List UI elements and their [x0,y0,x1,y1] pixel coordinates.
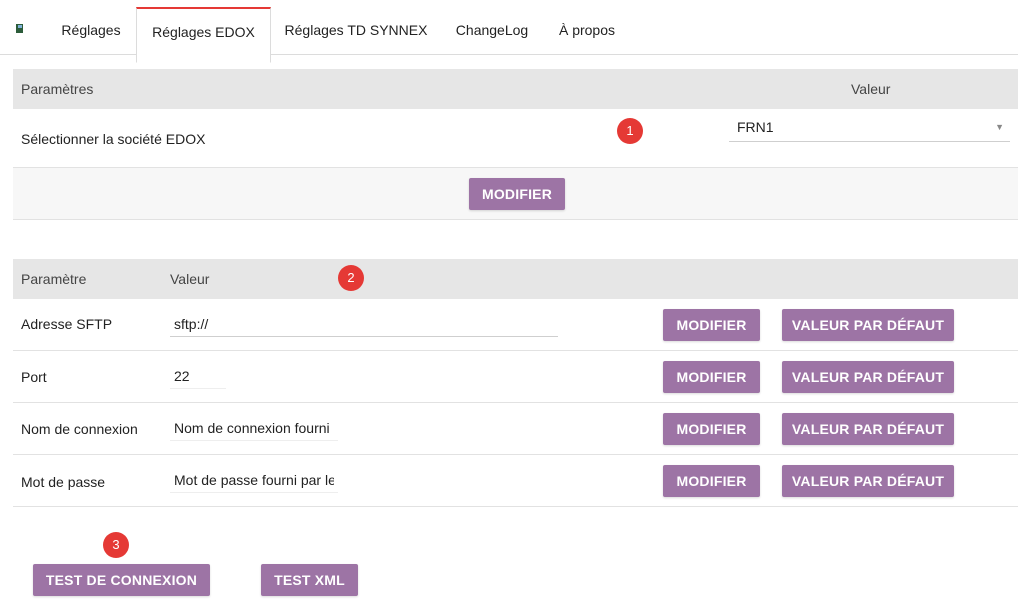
test-xml-button[interactable]: TEST XML [261,564,358,596]
company-table-header: Paramètres Valeur [13,69,1018,109]
sftp-password-input[interactable] [170,468,338,493]
header-parametre: Paramètre [21,271,87,287]
header-valeur: Valeur [851,81,891,97]
sftp-port-label: Port [21,369,47,385]
company-modify-button[interactable]: MODIFIER [469,178,565,210]
tab-a-propos[interactable]: À propos [545,0,629,54]
company-select[interactable]: FRN1 ▼ [729,117,1010,142]
tab-reglages-td-synnex[interactable]: Réglages TD SYNNEX [272,0,440,54]
sftp-address-input[interactable] [170,312,558,337]
test-connection-button[interactable]: TEST DE CONNEXION [33,564,210,596]
chevron-down-icon: ▼ [995,122,1004,132]
sftp-address-modify-button[interactable]: MODIFIER [663,309,760,341]
tab-reglages[interactable]: Réglages [46,0,136,54]
sftp-table-header: Paramètre Valeur [13,259,1018,299]
sftp-port-default-button[interactable]: VALEUR PAR DÉFAUT [782,361,954,393]
sftp-username-label: Nom de connexion [21,421,138,437]
sftp-username-input[interactable] [170,416,338,441]
header-valeur-sftp: Valeur [170,271,210,287]
badge-2: 2 [338,265,364,291]
sftp-password-modify-button[interactable]: MODIFIER [663,465,760,497]
badge-3: 3 [103,532,129,558]
sftp-password-default-button[interactable]: VALEUR PAR DÉFAUT [782,465,954,497]
tab-reglages-edox[interactable]: Réglages EDOX [136,7,271,63]
badge-1: 1 [617,118,643,144]
sftp-username-modify-button[interactable]: MODIFIER [663,413,760,445]
company-row-label: Sélectionner la société EDOX [21,131,206,147]
tab-changelog[interactable]: ChangeLog [442,0,542,54]
sftp-password-label: Mot de passe [21,474,106,490]
app-logo-icon [16,24,23,33]
company-select-value: FRN1 [737,119,774,135]
sftp-port-modify-button[interactable]: MODIFIER [663,361,760,393]
tab-bar: Réglages Réglages EDOX Réglages TD SYNNE… [0,0,1018,63]
sftp-address-label: Adresse SFTP [21,316,113,332]
header-parametres: Paramètres [21,81,94,97]
sftp-port-input[interactable] [170,364,226,389]
sftp-username-default-button[interactable]: VALEUR PAR DÉFAUT [782,413,954,445]
sftp-address-default-button[interactable]: VALEUR PAR DÉFAUT [782,309,954,341]
